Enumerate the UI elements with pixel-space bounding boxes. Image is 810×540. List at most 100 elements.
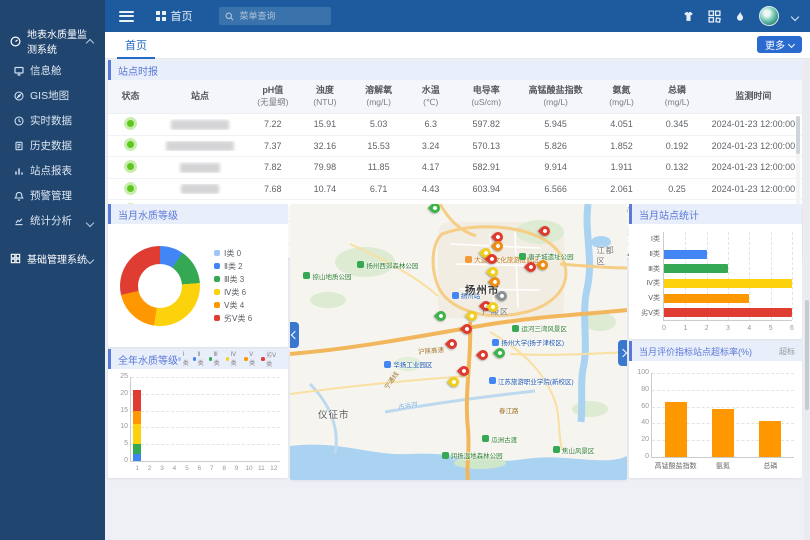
cell-water_temp: 3.24 [406,141,455,151]
bar[interactable] [712,409,734,457]
panel-title: 当月评价指标站点超标率(%) [639,345,752,358]
collapse-right-panel-handle[interactable] [618,340,627,366]
map-marker-red[interactable] [459,366,469,376]
map-marker-green[interactable] [436,311,446,321]
map-poi-label: 江苏旅游职业学院(新校区) [489,376,574,386]
bar[interactable] [664,279,792,288]
axis-tick: 2 [148,465,152,472]
theme-shirt-icon[interactable] [682,10,695,23]
legend-item[interactable]: Ⅴ类 4 [214,299,252,312]
stack-segment[interactable] [133,454,141,461]
map-marker-red[interactable] [478,350,488,360]
stack-segment[interactable] [133,444,141,454]
tab-home[interactable]: 首页 [117,32,155,59]
sidebar-group-base-management[interactable]: 基础管理系统 [0,249,105,267]
cell-permanganate: 6.566 [517,184,593,194]
map-marker-yellow[interactable] [449,377,459,387]
stack-segment[interactable] [133,424,141,444]
table-row[interactable]: 7.6810.746.714.43603.946.5662.0610.25202… [108,179,802,201]
sidebar-item-statistics-analysis[interactable]: 统计分析 [0,208,105,233]
sidebar-item-history-data[interactable]: 历史数据 [0,133,105,158]
breadcrumb-home[interactable]: 首页 [156,8,193,24]
map-marker-green[interactable] [430,204,440,213]
table-row[interactable]: 7.8279.9811.854.17582.919.9141.9110.1322… [108,157,802,179]
page-scrollbar-thumb[interactable] [805,300,809,410]
legend-item[interactable]: Ⅱ类 2 [214,260,252,273]
topbar-actions [682,6,810,26]
exceed-legend[interactable]: 超标 [779,346,795,357]
axis-tick: 9 [235,465,239,472]
legend-item[interactable]: Ⅱ类 [193,351,206,367]
map-marker-orange[interactable] [490,277,500,287]
legend-item[interactable]: Ⅰ类 0 [214,247,252,260]
sidebar-item-label: 统计分析 [30,213,72,228]
map-marker-yellow[interactable] [467,311,477,321]
legend-item[interactable]: Ⅳ类 [226,351,241,367]
page-scrollbar-track[interactable] [804,58,810,540]
axis-tick: 3 [160,465,164,472]
donut-ring[interactable] [120,246,200,326]
map-marker-gray[interactable] [497,291,507,301]
axis-tick: 5 [113,440,128,447]
map-marker-orange[interactable] [538,260,548,270]
poi-icon [452,292,459,299]
bar[interactable] [664,294,749,303]
map-marker-red[interactable] [487,254,497,264]
sidebar-item-gis-map[interactable]: GIS地图 [0,83,105,108]
column-header: 监测时间 [705,91,802,103]
axis-tick: 6 [790,325,794,332]
sidebar-group-surface-water-system[interactable]: 地表水质量监测系统 [0,32,105,50]
layout-grid-icon[interactable] [708,10,721,23]
cell-turbidity: 79.98 [299,162,351,172]
user-avatar[interactable] [759,6,779,26]
sidebar-item-alert-management[interactable]: 预警管理 [0,183,105,208]
map-marker-red[interactable] [462,324,472,334]
sidebar-item-station-report[interactable]: 站点报表 [0,158,105,183]
legend-item[interactable]: Ⅴ类 [244,351,258,367]
column-header: pH值(无量纲) [247,85,299,108]
table-row[interactable]: 7.3732.1615.533.24570.135.8261.8520.1922… [108,136,802,158]
map-marker-red[interactable] [447,339,457,349]
axis-tick: 20 [634,436,649,443]
legend-item[interactable]: Ⅲ类 3 [214,273,252,286]
cell-ph: 7.82 [247,162,299,172]
station-cell [153,162,247,173]
stack-segment[interactable] [133,390,141,410]
axis-tick: Ⅴ类 [632,293,660,303]
map-marker-orange[interactable] [493,241,503,251]
sidebar-item-realtime-data[interactable]: 实时数据 [0,108,105,133]
collapse-left-panel-handle[interactable] [290,322,299,348]
bar[interactable] [664,250,707,259]
legend-item[interactable]: Ⅲ类 [209,351,223,367]
column-header: 状态 [108,91,153,103]
station-name-redacted [171,120,229,130]
table-scrollbar-thumb[interactable] [796,116,800,154]
legend-item[interactable]: Ⅳ类 6 [214,286,252,299]
legend-item[interactable]: Ⅰ类 [178,351,190,367]
bar[interactable] [664,308,792,317]
map-marker-yellow[interactable] [488,267,498,277]
map-marker-yellow[interactable] [488,302,498,312]
flame-icon[interactable] [734,10,746,23]
gauge-icon [10,36,21,47]
cell-conductivity: 582.91 [455,162,517,172]
stack-segment[interactable] [133,411,141,424]
cell-time: 2024-01-23 12:00:00 [705,162,802,172]
axis-tick: 0 [662,325,666,332]
legend-item[interactable]: 劣Ⅴ类 [261,350,281,368]
status-dot [124,160,137,173]
search-input[interactable] [238,10,318,22]
chevron-down-icon[interactable] [792,7,798,25]
map-marker-red[interactable] [540,226,550,236]
bar[interactable] [759,421,781,457]
more-button[interactable]: 更多 [757,36,802,53]
map-marker-green[interactable] [495,348,505,358]
bar[interactable] [665,402,687,457]
menu-toggle-button[interactable] [119,11,134,22]
map-marker-red[interactable] [526,262,536,272]
station-cell [153,184,247,195]
table-row[interactable]: 7.2215.915.036.3597.825.9454.0510.345202… [108,114,802,136]
legend-item[interactable]: 劣Ⅴ类 6 [214,312,252,325]
bar[interactable] [664,264,728,273]
sidebar-item-info-cabin[interactable]: 信息舱 [0,58,105,83]
